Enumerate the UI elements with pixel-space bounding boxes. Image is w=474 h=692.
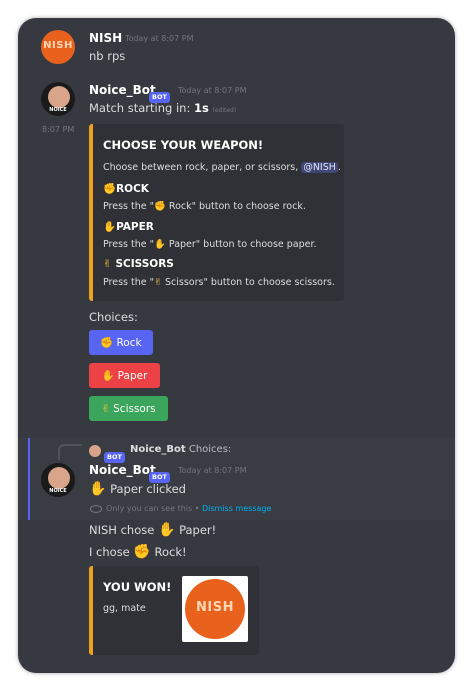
raised-hand-icon: ✋ — [157, 522, 176, 538]
embed-thumbnail[interactable]: NISH — [182, 576, 248, 642]
fist-icon: ✊ — [103, 183, 117, 195]
fist-icon: ✊ — [100, 337, 114, 349]
message-timestamp: Today at 8:07 PM — [178, 466, 247, 475]
bot-avatar[interactable]: NOICE — [41, 82, 75, 116]
message-timestamp: Today at 8:07 PM — [125, 34, 194, 43]
result-embed: YOU WON! gg, mate NISH — [89, 566, 259, 655]
raised-hand-icon: ✋ — [89, 481, 107, 497]
message-author[interactable]: NISH — [89, 31, 122, 45]
victory-hand-icon: ✌ — [103, 258, 112, 270]
choices-label: Choices: — [89, 310, 138, 324]
scissors-button[interactable]: ✌ Scissors — [89, 396, 168, 421]
button-label: Scissors — [113, 402, 156, 415]
raised-hand-icon: ✋ — [103, 221, 117, 233]
edited-marker: (edited) — [212, 107, 237, 114]
message-author[interactable]: Noice_Bot — [89, 463, 156, 477]
embed-description: gg, mate — [103, 603, 146, 614]
countdown-value: 1s — [193, 101, 209, 115]
raised-hand-icon: ✋ — [101, 370, 115, 382]
avatar-caption: NOICE — [49, 107, 67, 113]
message-timestamp: Today at 8:07 PM — [178, 86, 247, 95]
paper-instructions: Press the "✋ Paper" button to choose pap… — [103, 239, 317, 250]
reply-content: Choices: — [188, 444, 232, 455]
bot-avatar[interactable]: NOICE — [41, 463, 75, 497]
victory-hand-icon: ✌ — [101, 402, 111, 415]
reply-connector — [58, 444, 82, 460]
button-label: Rock — [116, 336, 142, 349]
reply-preview[interactable]: Noice_Bot Choices: — [130, 444, 231, 455]
side-timestamp: 8:07 PM — [42, 125, 75, 134]
paper-button[interactable]: ✋ Paper — [89, 363, 160, 388]
message-content: Match starting in: 1s (edited) — [89, 101, 236, 115]
result-line-bot: I chose ✊ Rock! — [89, 544, 187, 560]
rock-heading: ✊ROCK — [103, 183, 149, 195]
embed-title: CHOOSE YOUR WEAPON! — [103, 138, 264, 152]
avatar-face — [48, 86, 70, 108]
fist-icon: ✊ — [133, 544, 151, 560]
avatar-caption: NOICE — [49, 488, 67, 494]
thumbnail-text: NISH — [196, 600, 234, 615]
rock-button[interactable]: ✊ Rock — [89, 330, 153, 355]
embed-title: YOU WON! — [103, 580, 172, 594]
ephemeral-bar — [28, 438, 30, 520]
avatar-face — [48, 467, 70, 489]
avatar-text: NISH — [43, 40, 73, 51]
rock-instructions: Press the "✊ Rock" button to choose rock… — [103, 201, 306, 212]
embed-description: Choose between rock, paper, or scissors,… — [103, 162, 341, 173]
button-label: Paper — [117, 369, 148, 382]
victory-hand-icon: ✌ — [154, 277, 162, 288]
user-mention[interactable]: @NISH — [301, 162, 338, 173]
chat-window: NISH NISH Today at 8:07 PM nb rps NOICE … — [18, 18, 455, 673]
weapon-embed: CHOOSE YOUR WEAPON! Choose between rock,… — [89, 124, 344, 301]
nish-avatar[interactable]: NISH — [41, 30, 75, 64]
eye-icon — [90, 505, 102, 513]
message-author[interactable]: Noice_Bot — [89, 83, 156, 97]
scissors-instructions: Press the "✌ Scissors" button to choose … — [103, 277, 335, 288]
raised-hand-icon: ✋ — [154, 239, 166, 250]
reply-avatar — [89, 445, 101, 457]
ephemeral-note: Only you can see this • Dismiss message — [106, 504, 272, 513]
paper-heading: ✋PAPER — [103, 221, 154, 233]
scissors-heading: ✌ SCISSORS — [103, 258, 174, 270]
reply-author: Noice_Bot — [130, 444, 186, 455]
message-content: ✋ Paper clicked — [89, 481, 186, 497]
result-line-nish: NISH chose ✋ Paper! — [89, 522, 217, 538]
dismiss-message-link[interactable]: Dismiss message — [202, 504, 271, 513]
message-content: nb rps — [89, 49, 126, 63]
countdown-label: Match starting in: — [89, 101, 191, 115]
reply-bot-tag: BOT — [104, 444, 125, 463]
fist-icon: ✊ — [154, 201, 166, 212]
